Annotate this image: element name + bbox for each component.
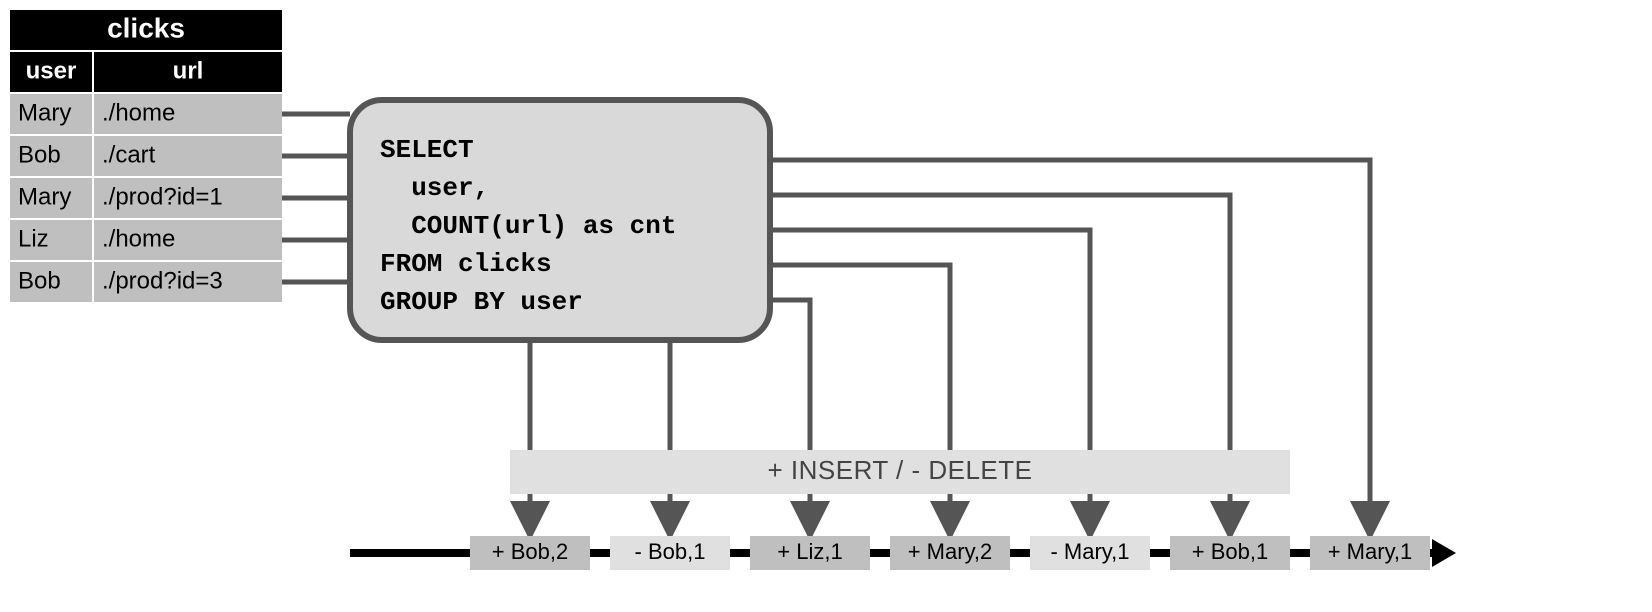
sql-code-line: GROUP BY user [380, 287, 583, 317]
stream-event-label: + Mary,1 [1328, 539, 1413, 564]
table-cell: Mary [18, 183, 71, 210]
table-cell: Liz [18, 225, 49, 252]
table-title: clicks [107, 12, 185, 43]
table-cell: Bob [18, 267, 61, 294]
sql-code-line: user, [380, 173, 489, 203]
table-cell: ./prod?id=1 [102, 183, 223, 210]
sql-code-line: FROM clicks [380, 249, 552, 279]
stream-event-label: + Mary,2 [908, 539, 993, 564]
table-cell: ./cart [102, 141, 156, 168]
sql-code-line: SELECT [380, 135, 474, 165]
banner-label: + INSERT / - DELETE [767, 455, 1032, 485]
stream-event-label: + Bob,2 [492, 539, 568, 564]
stream-event-label: - Bob,1 [635, 539, 706, 564]
sql-query-node: SELECT user, COUNT(url) as cnt FROM click… [350, 100, 770, 340]
clicks-table: clicks user url Mary ./home Bob ./cart Mary ./pr… [10, 10, 282, 302]
table-cell: ./home [102, 99, 175, 126]
output-stream-timeline: + Bob,2 - Bob,1 + Liz,1 + Mary,2 - Mary,1 + B… [350, 536, 1456, 570]
insert-delete-banner: + INSERT / - DELETE [510, 450, 1290, 494]
table-column-header: user [26, 57, 77, 84]
table-cell: Bob [18, 141, 61, 168]
arrow-right-icon [1432, 539, 1456, 567]
sql-code-line: COUNT(url) as cnt [380, 211, 676, 241]
table-column-header: url [173, 57, 204, 84]
stream-event-label: + Liz,1 [777, 539, 842, 564]
stream-event-label: + Bob,1 [1192, 539, 1268, 564]
table-cell: ./prod?id=3 [102, 267, 223, 294]
table-cell: ./home [102, 225, 175, 252]
table-cell: Mary [18, 99, 71, 126]
connector-arrow [770, 300, 810, 533]
stream-event-label: - Mary,1 [1050, 539, 1129, 564]
